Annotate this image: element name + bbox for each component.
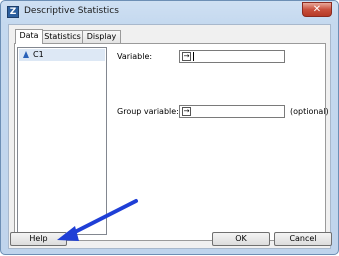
annotation-arrow-icon (57, 199, 138, 241)
dialog-window: Z Descriptive Statistics ✕ Data Statisti… (0, 0, 339, 255)
tab-data[interactable]: Data (15, 29, 43, 44)
